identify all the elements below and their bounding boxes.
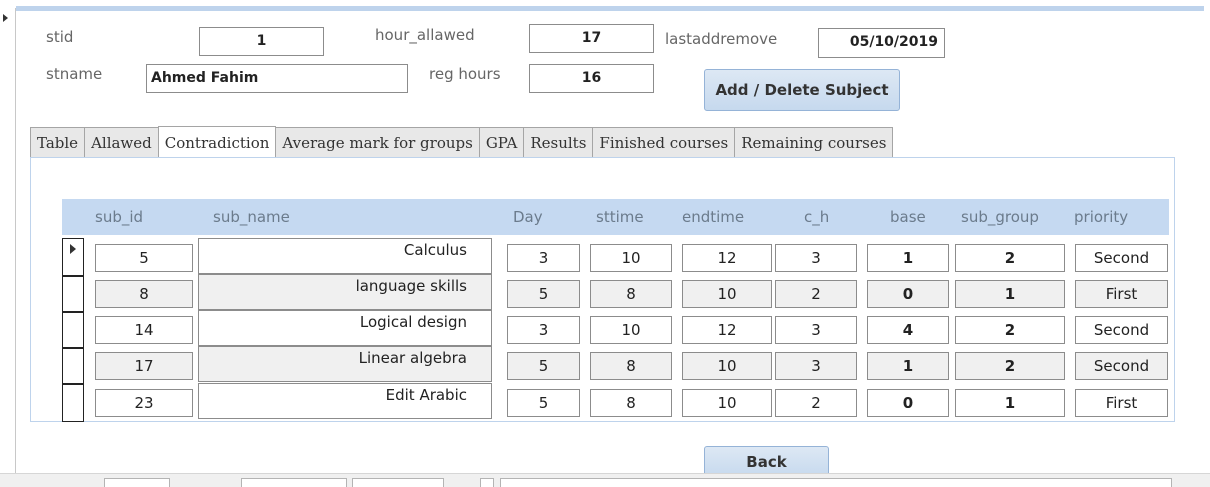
cell-day[interactable]: 3 xyxy=(507,316,580,344)
cell-priority[interactable]: Second xyxy=(1075,316,1168,344)
row-selector[interactable] xyxy=(62,276,84,312)
col-header-priority: priority xyxy=(1074,208,1129,226)
cell-sub-group[interactable]: 1 xyxy=(955,389,1065,417)
cell-sub-group[interactable]: 1 xyxy=(955,280,1065,308)
row-selector[interactable] xyxy=(62,384,84,422)
cell-sub-id[interactable]: 8 xyxy=(95,280,193,308)
cell-base[interactable]: 0 xyxy=(867,280,949,308)
cell-endtime[interactable]: 10 xyxy=(682,352,772,380)
cell-c-h[interactable]: 2 xyxy=(775,389,857,417)
cell-sttime[interactable]: 8 xyxy=(590,280,672,308)
tab-contradiction[interactable]: Contradiction xyxy=(157,126,277,158)
cell-day[interactable]: 5 xyxy=(507,389,580,417)
cell-endtime[interactable]: 10 xyxy=(682,389,772,417)
stid-label: stid xyxy=(46,28,74,46)
cell-priority[interactable]: Second xyxy=(1075,244,1168,272)
cell-endtime[interactable]: 12 xyxy=(682,316,772,344)
cell-sub-group[interactable]: 2 xyxy=(955,316,1065,344)
cell-sub-name[interactable]: Edit Arabic xyxy=(198,383,492,419)
tab-strip: Table Allawed Contradiction Average mark… xyxy=(30,126,894,158)
cell-sub-name[interactable]: Linear algebra xyxy=(198,346,492,382)
cell-sub-name[interactable]: language skills xyxy=(198,274,492,310)
stname-label: stname xyxy=(46,65,103,83)
col-header-endtime: endtime xyxy=(682,208,745,226)
cell-sttime[interactable]: 10 xyxy=(590,244,672,272)
cell-priority[interactable]: Second xyxy=(1075,352,1168,380)
col-header-sub-id: sub_id xyxy=(95,208,144,226)
cell-sub-id[interactable]: 17 xyxy=(95,352,193,380)
cell-sub-id[interactable]: 14 xyxy=(95,316,193,344)
lastaddremove-label: lastaddremove xyxy=(665,30,778,48)
cell-c-h[interactable]: 3 xyxy=(775,352,857,380)
top-accent-line xyxy=(16,6,1204,11)
cell-base[interactable]: 1 xyxy=(867,244,949,272)
current-row-arrow-icon xyxy=(70,244,76,254)
lastaddremove-field[interactable]: 05/10/2019 xyxy=(818,28,945,58)
cell-priority[interactable]: First xyxy=(1075,280,1168,308)
reg-hours-label: reg hours xyxy=(429,65,501,83)
add-delete-subject-button[interactable]: Add / Delete Subject xyxy=(704,69,900,111)
cell-sub-name[interactable]: Calculus xyxy=(198,238,492,274)
reg-hours-field[interactable]: 16 xyxy=(529,64,654,93)
cell-endtime[interactable]: 12 xyxy=(682,244,772,272)
tab-table[interactable]: Table xyxy=(30,127,86,157)
stname-field[interactable]: Ahmed Fahim xyxy=(146,64,408,93)
tab-results[interactable]: Results xyxy=(523,127,594,157)
tab-allawed[interactable]: Allawed xyxy=(84,127,159,157)
cell-c-h[interactable]: 2 xyxy=(775,280,857,308)
cell-sub-name[interactable]: Logical design xyxy=(198,310,492,346)
cell-endtime[interactable]: 10 xyxy=(682,280,772,308)
col-header-sttime: sttime xyxy=(596,208,644,226)
row-selector[interactable] xyxy=(62,238,84,276)
col-header-sub-group: sub_group xyxy=(961,208,1039,226)
cell-base[interactable]: 4 xyxy=(867,316,949,344)
hour-allawed-label: hour_allawed xyxy=(375,26,475,44)
cell-sttime[interactable]: 8 xyxy=(590,389,672,417)
cell-sub-group[interactable]: 2 xyxy=(955,352,1065,380)
row-selector[interactable] xyxy=(62,312,84,348)
col-header-base: base xyxy=(890,208,926,226)
cell-sub-id[interactable]: 5 xyxy=(95,244,193,272)
col-header-day: Day xyxy=(513,208,543,226)
cell-day[interactable]: 5 xyxy=(507,352,580,380)
col-header-sub-name: sub_name xyxy=(213,208,290,226)
cell-priority[interactable]: First xyxy=(1075,389,1168,417)
cell-sttime[interactable]: 8 xyxy=(590,352,672,380)
cell-sub-id[interactable]: 23 xyxy=(95,389,193,417)
cell-day[interactable]: 5 xyxy=(507,280,580,308)
record-selector[interactable] xyxy=(0,8,16,486)
tab-finished-courses[interactable]: Finished courses xyxy=(592,127,736,157)
cell-base[interactable]: 1 xyxy=(867,352,949,380)
cell-c-h[interactable]: 3 xyxy=(775,244,857,272)
table-header: sub_id sub_name Day sttime endtime c_h b… xyxy=(62,199,1169,235)
current-record-arrow-icon xyxy=(3,14,8,22)
stid-field[interactable]: 1 xyxy=(199,27,324,56)
row-selector[interactable] xyxy=(62,348,84,384)
cell-sttime[interactable]: 10 xyxy=(590,316,672,344)
col-header-c-h: c_h xyxy=(804,208,830,226)
tab-gpa[interactable]: GPA xyxy=(478,127,525,157)
cell-sub-group[interactable]: 2 xyxy=(955,244,1065,272)
cell-c-h[interactable]: 3 xyxy=(775,316,857,344)
top-accent-bar xyxy=(0,0,1210,11)
cell-base[interactable]: 0 xyxy=(867,389,949,417)
cell-day[interactable]: 3 xyxy=(507,244,580,272)
bottom-navigation-bar xyxy=(0,473,1210,487)
tab-remaining-courses[interactable]: Remaining courses xyxy=(734,127,894,157)
hour-allawed-field[interactable]: 17 xyxy=(529,24,654,53)
tab-average-mark-for-groups[interactable]: Average mark for groups xyxy=(275,127,480,157)
